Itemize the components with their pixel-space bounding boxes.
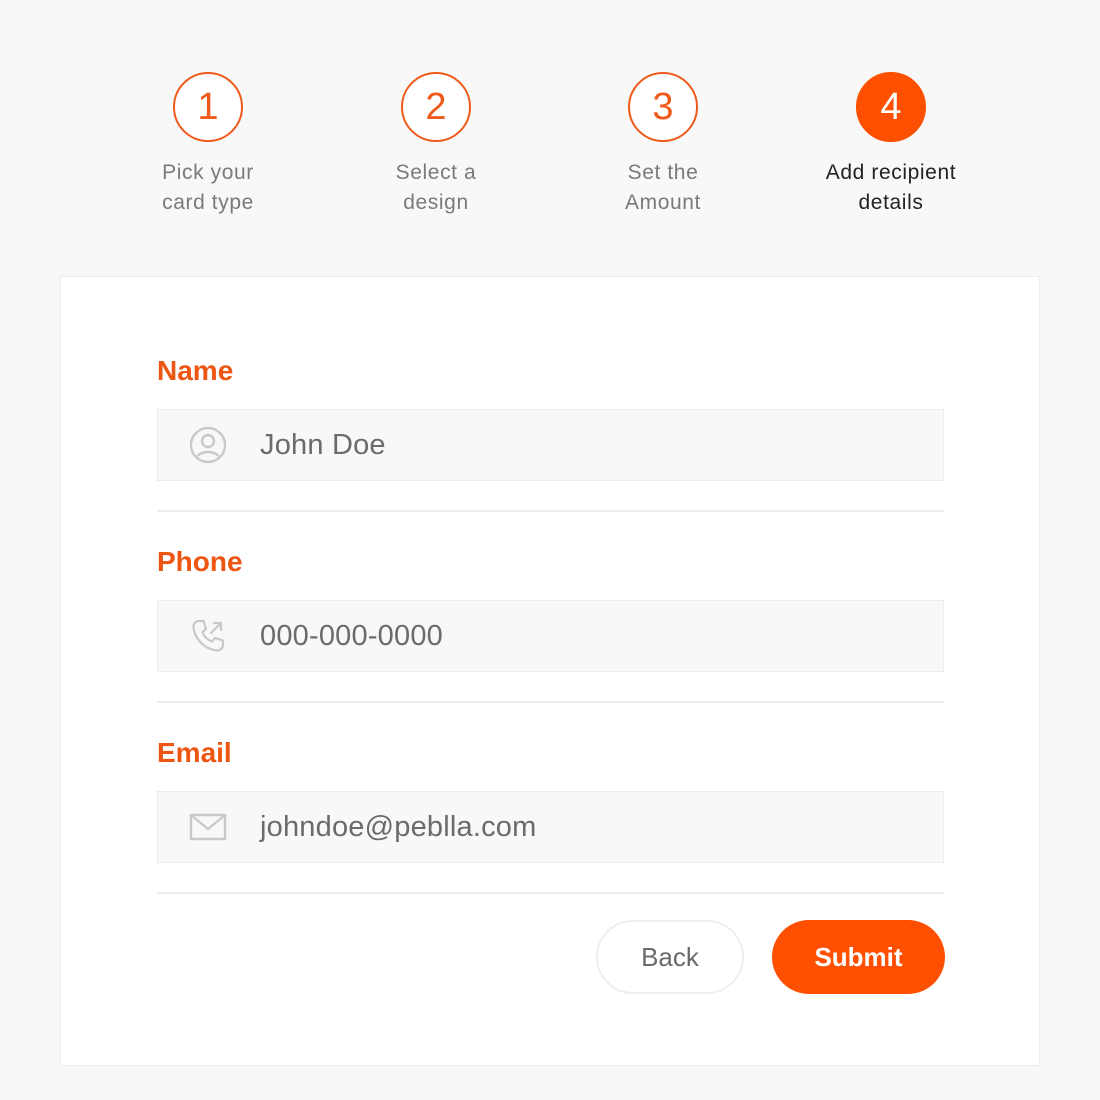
step-1-label-line2: card type — [162, 191, 254, 214]
email-input[interactable]: johndoe@peblla.com — [157, 791, 944, 863]
email-divider — [157, 892, 944, 894]
step-2-label: Select a design — [396, 158, 477, 218]
step-3[interactable]: 3 Set the Amount — [573, 72, 753, 218]
submit-button[interactable]: Submit — [772, 920, 945, 994]
email-value: johndoe@peblla.com — [260, 810, 537, 843]
step-4-label: Add recipient details — [826, 158, 956, 218]
phone-divider — [157, 701, 944, 703]
step-4[interactable]: 4 Add recipient details — [801, 72, 981, 218]
phone-value: 000-000-0000 — [260, 619, 443, 652]
recipient-details-card: Name John Doe Phone 000-000-0000 Email j… — [60, 276, 1040, 1066]
step-3-circle: 3 — [628, 72, 698, 142]
phone-label: Phone — [157, 546, 243, 577]
step-3-label: Set the Amount — [625, 158, 701, 218]
name-label: Name — [157, 355, 234, 386]
step-4-label-line1: Add recipient — [825, 161, 957, 184]
mail-icon — [188, 807, 228, 847]
step-1-circle: 1 — [173, 72, 243, 142]
step-2-circle: 2 — [401, 72, 471, 142]
name-divider — [157, 510, 944, 512]
name-value: John Doe — [260, 428, 386, 461]
step-1[interactable]: 1 Pick your card type — [118, 72, 298, 218]
step-3-label-line2: Amount — [625, 191, 701, 214]
progress-stepper: 1 Pick your card type 2 Select a design … — [0, 72, 1100, 232]
step-3-label-line1: Set the — [627, 161, 699, 184]
user-circle-icon — [188, 425, 228, 465]
step-2[interactable]: 2 Select a design — [346, 72, 526, 218]
step-1-label: Pick your card type — [162, 158, 254, 218]
step-1-label-line1: Pick your — [162, 161, 254, 184]
phone-input[interactable]: 000-000-0000 — [157, 600, 944, 672]
back-button[interactable]: Back — [596, 920, 744, 994]
step-2-label-line2: design — [403, 191, 469, 214]
email-label: Email — [157, 737, 232, 768]
phone-outgoing-icon — [188, 616, 228, 656]
name-input[interactable]: John Doe — [157, 409, 944, 481]
step-4-circle: 4 — [856, 72, 926, 142]
step-2-label-line1: Select a — [395, 161, 477, 184]
step-4-label-line2: details — [858, 191, 924, 214]
